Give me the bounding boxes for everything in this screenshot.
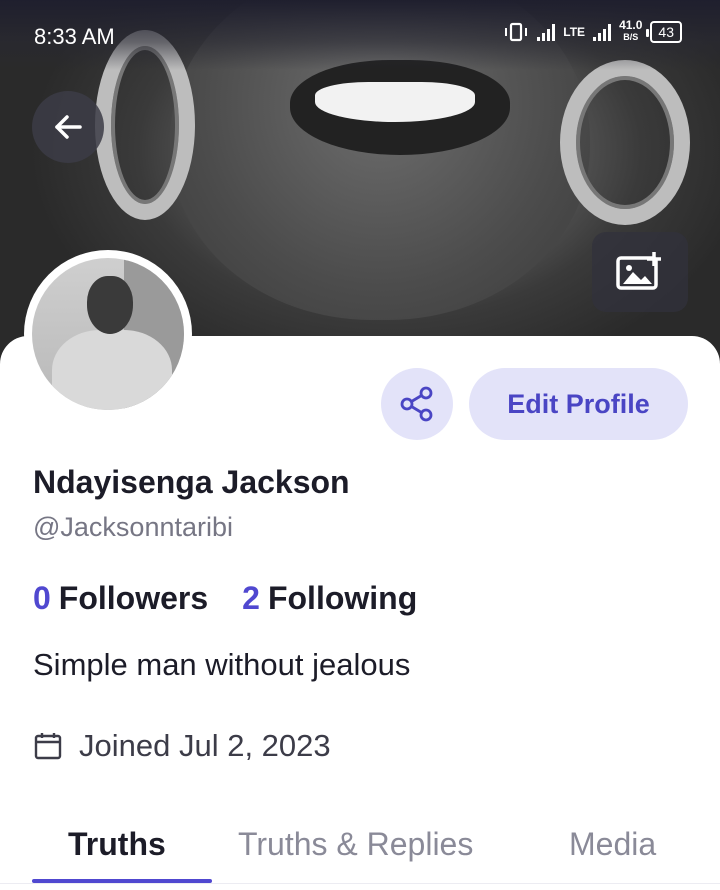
image-plus-icon bbox=[616, 252, 661, 290]
edit-profile-button[interactable]: Edit Profile bbox=[469, 368, 688, 440]
signal-strength-icon-2 bbox=[593, 23, 612, 41]
vibrate-icon bbox=[505, 22, 528, 41]
cover-photo-teeth bbox=[315, 82, 475, 122]
following-label: Following bbox=[267, 580, 418, 616]
profile-handle: @Jacksonntaribi bbox=[33, 512, 233, 542]
joined-date-text: Joined Jul 2, 2023 bbox=[79, 728, 331, 763]
status-bar: 8:33 AM LTE 41.0 B/S 43 bbox=[0, 0, 720, 70]
edit-cover-photo-button[interactable] bbox=[592, 232, 688, 312]
profile-name: Ndayisenga Jackson bbox=[33, 464, 350, 500]
avatar[interactable] bbox=[24, 250, 192, 418]
avatar-photo bbox=[32, 258, 184, 410]
status-time: 8:33 AM bbox=[34, 24, 115, 49]
tabs-divider bbox=[0, 883, 720, 884]
followers-link[interactable]: 0 Followers bbox=[33, 580, 208, 617]
following-link[interactable]: 2 Following bbox=[242, 580, 417, 617]
signal-strength-icon bbox=[537, 23, 556, 41]
profile-stats: 0 Followers 2 Following bbox=[33, 580, 417, 617]
avatar-body bbox=[52, 330, 172, 410]
network-speed-unit: B/S bbox=[623, 32, 639, 42]
battery-indicator: 43 bbox=[646, 20, 682, 43]
network-speed-value: 41.0 bbox=[619, 18, 643, 32]
cover-photo-earring-right bbox=[560, 60, 690, 225]
tab-truths[interactable]: Truths bbox=[68, 826, 166, 863]
followers-label: Followers bbox=[58, 580, 209, 616]
joined-date: Joined Jul 2, 2023 bbox=[33, 728, 331, 764]
network-speed: 41.0 B/S bbox=[619, 18, 643, 43]
tab-media[interactable]: Media bbox=[569, 826, 656, 863]
active-tab-indicator bbox=[32, 879, 212, 883]
avatar-head bbox=[87, 276, 133, 334]
arrow-left-icon bbox=[55, 115, 82, 139]
share-profile-button[interactable] bbox=[381, 368, 453, 440]
profile-tabs: Truths Truths & Replies Media bbox=[0, 820, 720, 890]
status-icons: LTE 41.0 B/S 43 bbox=[503, 18, 682, 43]
profile-bio: Simple man without jealous bbox=[33, 647, 411, 682]
followers-count: 0 bbox=[33, 580, 51, 616]
network-type: LTE bbox=[563, 24, 586, 39]
share-icon bbox=[400, 386, 433, 422]
tab-truths-and-replies[interactable]: Truths & Replies bbox=[238, 826, 473, 863]
back-button[interactable] bbox=[32, 91, 104, 163]
calendar-icon bbox=[34, 733, 62, 760]
following-count: 2 bbox=[242, 580, 260, 616]
